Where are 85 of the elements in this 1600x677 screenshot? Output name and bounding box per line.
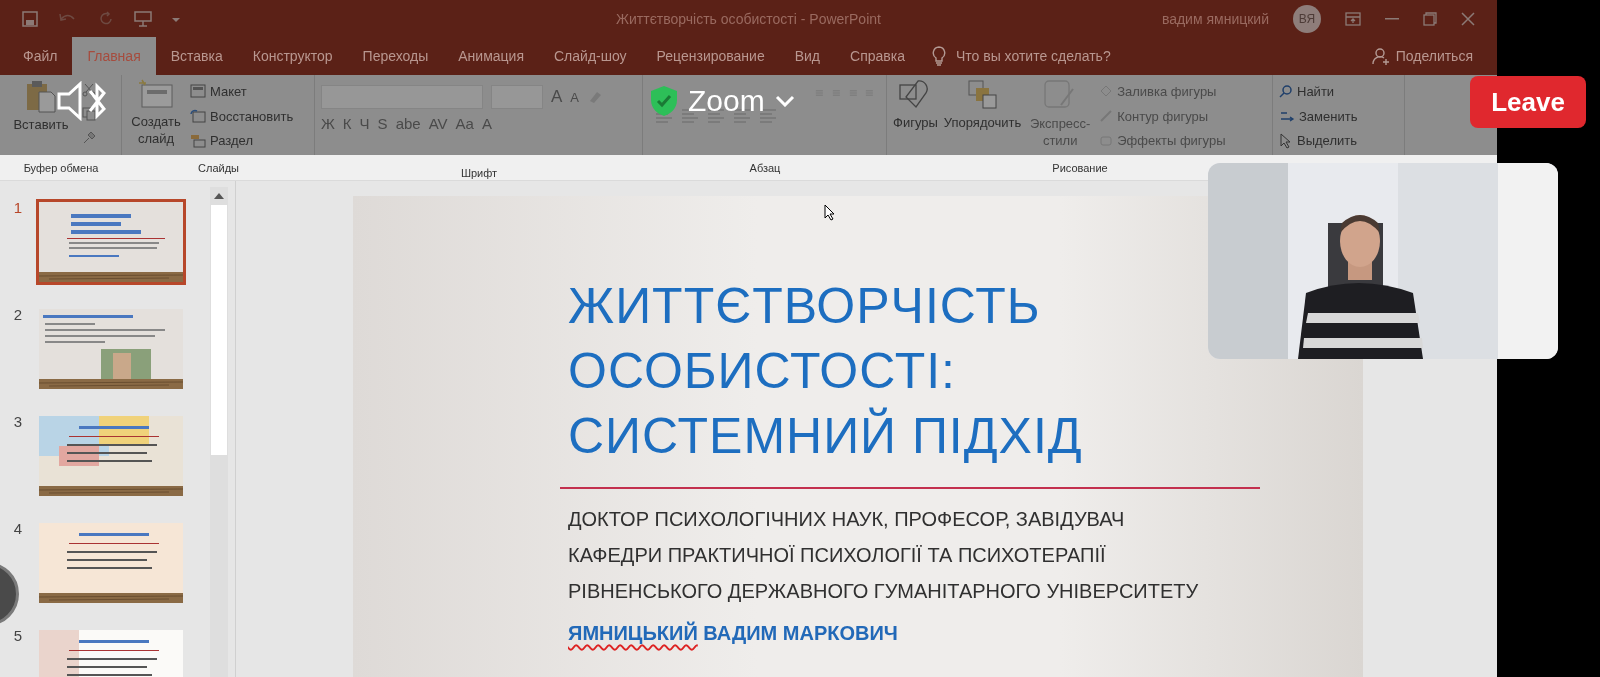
ribbon-tab[interactable]: Справка: [835, 37, 920, 75]
close-icon[interactable]: [1461, 11, 1475, 26]
ribbon-display-icon[interactable]: [1345, 11, 1361, 26]
quick-styles-button[interactable]: Экспресс-стили: [1027, 115, 1094, 149]
user-avatar[interactable]: ВЯ: [1293, 4, 1321, 33]
slide-thumbnail[interactable]: [36, 413, 186, 499]
slide-number: 2: [12, 306, 24, 323]
shapes-button[interactable]: Фигуры: [893, 115, 938, 130]
zoom-menu-button[interactable]: Zoom: [688, 84, 765, 118]
person-add-icon[interactable]: [1371, 47, 1390, 65]
format-button[interactable]: AV: [428, 115, 448, 132]
format-button[interactable]: Ж: [321, 115, 335, 132]
ribbon-tab[interactable]: Вид: [779, 37, 835, 75]
grow-font-button[interactable]: A: [551, 87, 563, 107]
shape-fill-button[interactable]: Заливка фигуры: [1099, 81, 1226, 102]
clipboard-icon[interactable]: [24, 79, 58, 113]
slide-thumbnail[interactable]: [36, 520, 186, 606]
slide-number: 4: [12, 520, 24, 537]
presentation-icon[interactable]: [134, 10, 152, 27]
group-label: Абзац: [748, 160, 782, 176]
slide-thumbnail[interactable]: [36, 306, 186, 392]
format-button[interactable]: Ч: [359, 115, 370, 132]
new-slide-icon[interactable]: [138, 79, 174, 109]
cursor-arrow-icon: [1279, 132, 1293, 149]
format-button[interactable]: A: [481, 115, 492, 132]
reset-icon: [190, 109, 206, 123]
ribbon-tab[interactable]: Рецензирование: [641, 37, 780, 75]
scissors-icon[interactable]: [82, 83, 96, 97]
customize-icon[interactable]: [172, 15, 180, 22]
scroll-up-icon[interactable]: [214, 193, 224, 199]
slide-number: 3: [12, 413, 24, 430]
shrink-font-button[interactable]: A: [570, 89, 579, 105]
restore-icon[interactable]: [1423, 11, 1437, 26]
slide-thumbnail[interactable]: [36, 199, 186, 285]
new-slide-button[interactable]: Создать слайд: [128, 113, 184, 147]
group-label: Слайды: [197, 161, 240, 174]
slide-title: ЖИТТЄТВОРЧІСТЬ ОСОБИСТОСТІ: СИСТЕМНИЙ ПІДХІД: [568, 277, 1083, 466]
format-button[interactable]: S: [377, 115, 388, 132]
ribbon-tab[interactable]: Переходы: [347, 37, 444, 75]
shape-effects-button[interactable]: Эффекты фигуры: [1099, 130, 1226, 151]
shape-outline-button[interactable]: Контур фигуры: [1099, 105, 1226, 127]
minimize-icon[interactable]: [1385, 17, 1399, 20]
layout-button[interactable]: Макет: [190, 81, 294, 102]
replace-button[interactable]: Заменить: [1279, 105, 1358, 127]
leave-button[interactable]: Leave: [1470, 76, 1586, 128]
search-field[interactable]: Что вы хотите сделать?: [955, 48, 1111, 64]
reset-button[interactable]: Восстановить: [190, 105, 294, 127]
format-button[interactable]: К: [342, 115, 352, 132]
user-name: вадим ямницкий: [1161, 10, 1269, 27]
group-label: Шрифт: [459, 165, 499, 179]
select-button[interactable]: Выделить: [1279, 130, 1358, 151]
author-name: ЯМНИЦЬКИЙ ВАДИМ МАРКОВИЧ: [568, 622, 898, 645]
copy-icon[interactable]: [82, 107, 96, 121]
slide-number: 1: [12, 199, 24, 216]
group-label: Буфер обмена: [22, 161, 100, 174]
lightbulb-icon[interactable]: [931, 46, 946, 66]
ribbon-tab[interactable]: Анимация: [443, 37, 539, 75]
save-icon[interactable]: [22, 10, 38, 27]
format-button[interactable]: Aa: [455, 115, 474, 132]
slide-subtitle: ДОКТОР ПСИХОЛОГІЧНИХ НАУК, ПРОФЕСОР, ЗАВІДУВАЧ КАФЕДРИ ПРАКТИЧНОЇ ПСИХОЛОГІЇ ТА ПСИХОТЕРАПІЇ РІВНЕНСЬКОГО ДЕРЖАВНОГО ГУМАНІТАРНОГО УНІВЕРСИТЕТУ: [568, 507, 1199, 604]
chevron-down-icon[interactable]: [774, 95, 795, 107]
window-title: Життєтворчість особистості - PowerPoint: [616, 10, 881, 27]
redo-icon[interactable]: [98, 10, 114, 27]
ribbon-tab[interactable]: Конструктор: [237, 37, 348, 75]
brush-icon[interactable]: [82, 131, 96, 145]
ribbon-tab[interactable]: Слайд-шоу: [539, 37, 642, 75]
shield-check-icon: [650, 85, 678, 117]
share-button[interactable]: Поделиться: [1395, 48, 1473, 64]
find-button[interactable]: Найти: [1279, 81, 1358, 102]
replace-icon: [1279, 109, 1295, 123]
ribbon-tab[interactable]: Вставка: [155, 37, 238, 75]
section-icon: [190, 133, 206, 148]
slide-number: 5: [12, 627, 24, 644]
scroll-thumb[interactable]: [211, 205, 227, 455]
group-label: Рисование: [1051, 161, 1109, 174]
ribbon-tab[interactable]: Файл: [8, 37, 73, 75]
format-button[interactable]: abe: [395, 115, 421, 132]
paste-button[interactable]: Вставить: [13, 117, 69, 132]
layout-icon: [190, 84, 206, 99]
section-button[interactable]: Раздел: [190, 130, 294, 151]
arrange-icon[interactable]: [966, 79, 999, 111]
search-icon: [1279, 84, 1293, 99]
mouse-cursor-icon: [824, 204, 836, 221]
arrange-button[interactable]: Упорядочить: [943, 115, 1022, 130]
scrollbar[interactable]: [210, 187, 228, 677]
